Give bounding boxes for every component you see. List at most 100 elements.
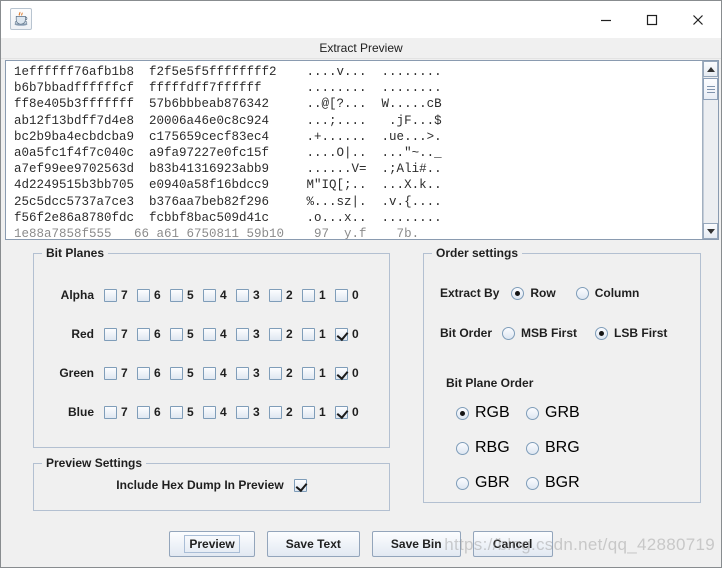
checkbox-blue-bit-0[interactable] [335, 405, 348, 419]
preview-vertical-scrollbar[interactable] [702, 61, 718, 239]
bit-cell: 6 [137, 405, 170, 419]
bit-number-label: 1 [319, 366, 326, 380]
cancel-button[interactable]: Cancel [472, 531, 553, 557]
bit-cell: 2 [269, 366, 302, 380]
bit-number-label: 4 [220, 405, 227, 419]
extract-by-row-label: Row [530, 286, 556, 300]
bit-number-label: 6 [154, 327, 161, 341]
checkbox-red-bit-2[interactable] [269, 327, 282, 341]
bit-plane-order-grb-radio[interactable] [526, 406, 539, 420]
bit-order-lsb-first-label: LSB First [614, 326, 668, 340]
hex-dump-line: bc2b9ba4ecbdcba9 c175659cecf83ec4 .+....… [14, 129, 442, 144]
bit-plane-order-grb[interactable]: GRB [526, 404, 596, 422]
checkbox-blue-bit-6[interactable] [137, 405, 150, 419]
bit-plane-row-label: Red [71, 327, 94, 341]
checkbox-alpha-bit-3[interactable] [236, 288, 249, 302]
checkbox-alpha-bit-6[interactable] [137, 288, 150, 302]
checkbox-alpha-bit-7[interactable] [104, 288, 117, 302]
extract-by-row-radio[interactable] [511, 286, 525, 300]
save-bin-button[interactable]: Save Bin [371, 531, 461, 557]
checkbox-alpha-bit-1[interactable] [302, 288, 315, 302]
checkbox-blue-bit-3[interactable] [236, 405, 249, 419]
bit-plane-order-rgb-radio[interactable] [456, 406, 469, 420]
checkbox-blue-bit-2[interactable] [269, 405, 282, 419]
button-label: Cancel [492, 537, 533, 551]
scroll-up-icon[interactable] [703, 61, 718, 77]
bit-cell: 4 [203, 327, 236, 341]
bit-number-label: 5 [187, 288, 194, 302]
hex-dump-line: 25c5dcc5737a7ce3 b376aa7beb82f296 %...sz… [14, 194, 442, 209]
extract-by-row[interactable]: Row [511, 286, 556, 300]
hex-dump-line: 1effffff76afb1b8 f2f5e5f5ffffffff2 ....v… [14, 65, 442, 79]
checkbox-green-bit-3[interactable] [236, 366, 249, 380]
checkbox-green-bit-6[interactable] [137, 366, 150, 380]
minimize-button[interactable] [583, 1, 629, 38]
extract-by-column-radio[interactable] [575, 286, 589, 300]
checkbox-red-bit-0[interactable] [335, 327, 348, 341]
bit-plane-order-brg-radio[interactable] [526, 441, 539, 455]
scrollbar-thumb[interactable] [703, 78, 718, 100]
checkbox-red-bit-5[interactable] [170, 327, 183, 341]
checkbox-red-bit-1[interactable] [302, 327, 315, 341]
bit-number-label: 6 [154, 405, 161, 419]
checkbox-blue-bit-7[interactable] [104, 405, 117, 419]
bit-cell: 4 [203, 366, 236, 380]
bit-number-label: 0 [352, 327, 359, 341]
bit-plane-order-gbr-radio[interactable] [456, 476, 469, 490]
extract-by-column[interactable]: Column [575, 286, 639, 300]
preview-button[interactable]: Preview [169, 531, 255, 557]
bit-number-label: 0 [352, 405, 359, 419]
order-settings-legend: Order settings [432, 246, 523, 260]
bit-cell: 2 [269, 405, 302, 419]
checkbox-red-bit-7[interactable] [104, 327, 117, 341]
bit-order-options: MSB First LSB First [502, 326, 667, 340]
checkbox-green-bit-4[interactable] [203, 366, 216, 380]
checkbox-green-bit-2[interactable] [269, 366, 282, 380]
bit-plane-order-bgr-radio[interactable] [526, 476, 539, 490]
bit-cell: 2 [269, 327, 302, 341]
bit-cell: 1 [302, 327, 335, 341]
bit-number-label: 7 [121, 327, 128, 341]
bit-plane-order-rbg[interactable]: RBG [456, 439, 526, 457]
checkbox-blue-bit-4[interactable] [203, 405, 216, 419]
checkbox-alpha-bit-4[interactable] [203, 288, 216, 302]
bit-order-msb-first[interactable]: MSB First [502, 326, 577, 340]
checkbox-blue-bit-5[interactable] [170, 405, 183, 419]
close-button[interactable] [675, 1, 721, 38]
checkbox-green-bit-7[interactable] [104, 366, 117, 380]
checkbox-red-bit-3[interactable] [236, 327, 249, 341]
bit-plane-row-label: Blue [67, 405, 94, 419]
dialog-button-bar: Preview Save Text Save Bin Cancel [1, 531, 721, 557]
bit-plane-row-label: Alpha [60, 288, 94, 302]
bit-plane-order-rgb[interactable]: RGB [456, 404, 526, 422]
hex-dump-textarea[interactable]: 1effffff76afb1b8 f2f5e5f5ffffffff2 ....v… [6, 61, 702, 239]
checkbox-red-bit-6[interactable] [137, 327, 150, 341]
include-hex-dump-checkbox[interactable] [293, 478, 307, 492]
bit-plane-order-brg[interactable]: BRG [526, 439, 596, 457]
hex-dump-line: a7ef99ee9702563d b83b41316923abb9 ......… [14, 162, 442, 177]
bit-number-label: 6 [154, 366, 161, 380]
checkbox-green-bit-0[interactable] [335, 366, 348, 380]
checkbox-red-bit-4[interactable] [203, 327, 216, 341]
checkbox-green-bit-5[interactable] [170, 366, 183, 380]
bit-order-lsb-first-radio[interactable] [595, 326, 609, 340]
save-text-button[interactable]: Save Text [266, 531, 360, 557]
bit-number-label: 7 [121, 366, 128, 380]
bit-number-label: 7 [121, 405, 128, 419]
bit-order-msb-first-radio[interactable] [502, 326, 516, 340]
scroll-down-icon[interactable] [703, 223, 718, 239]
bit-cell: 7 [104, 405, 137, 419]
maximize-button[interactable] [629, 1, 675, 38]
checkbox-blue-bit-1[interactable] [302, 405, 315, 419]
checkbox-alpha-bit-0[interactable] [335, 288, 348, 302]
bit-order-lsb-first[interactable]: LSB First [595, 326, 667, 340]
checkbox-alpha-bit-5[interactable] [170, 288, 183, 302]
bit-plane-row-alpha: Alpha 7 6 5 4 3 2 1 0 [34, 284, 389, 306]
bit-cell: 0 [335, 288, 368, 302]
bit-plane-order-rbg-radio[interactable] [456, 441, 469, 455]
checkbox-alpha-bit-2[interactable] [269, 288, 282, 302]
bit-plane-order-bgr[interactable]: BGR [526, 474, 596, 492]
bit-plane-order-gbr[interactable]: GBR [456, 474, 526, 492]
checkbox-green-bit-1[interactable] [302, 366, 315, 380]
hex-dump-line-clipped: 1e88a7858f555 66 a61 6750811 59b10 97 y.… [14, 227, 420, 239]
